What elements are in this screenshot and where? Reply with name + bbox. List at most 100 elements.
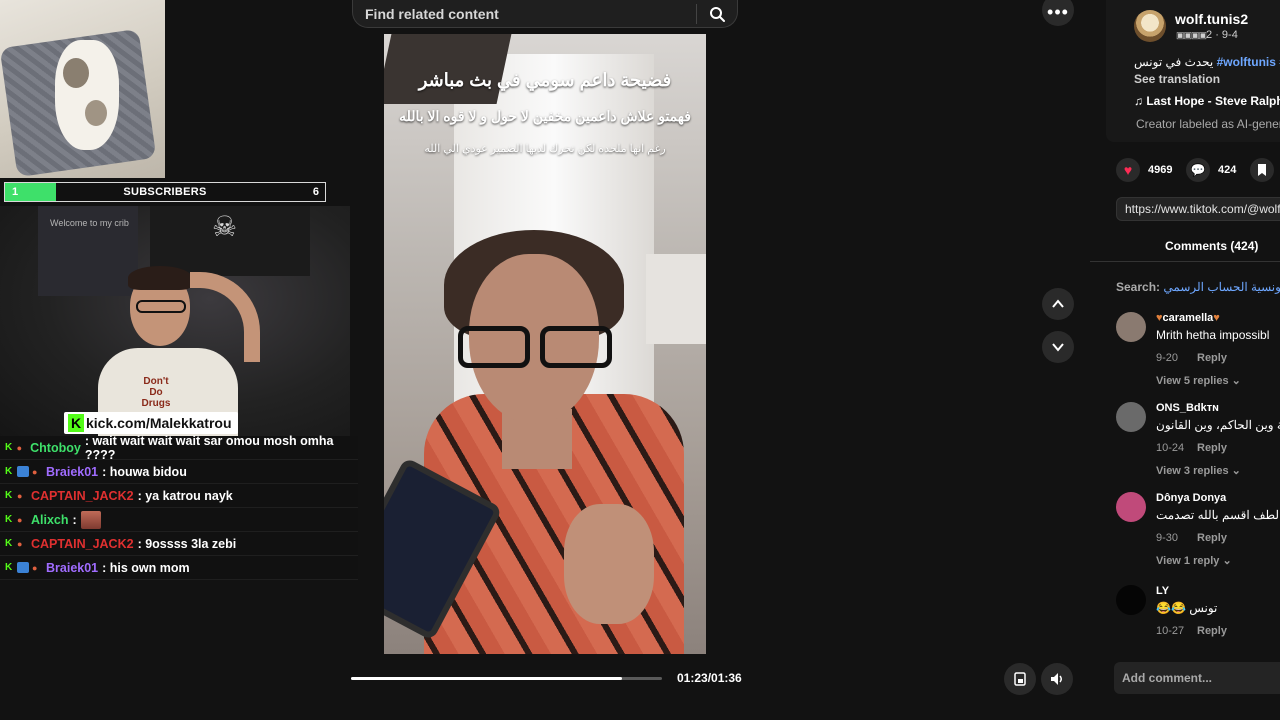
bookmark-button[interactable] (1250, 158, 1274, 182)
more-icon: ••• (1047, 1, 1069, 22)
chat-username[interactable]: Chtoboy (30, 441, 81, 455)
chat-text: : his own mom (102, 560, 190, 575)
commenter-avatar[interactable] (1116, 492, 1146, 522)
picture-in-picture-button[interactable] (1004, 663, 1036, 695)
shelf (646, 254, 706, 344)
commenter-name[interactable]: Dônya Donya (1156, 492, 1226, 504)
comment-date: 10-27 (1156, 625, 1185, 637)
welcome-sign: Welcome to my crib (50, 218, 129, 228)
post-info-card: wolf.tunis2 ▣▣▣▣2 · 9-4 يحدث في تونس #wo… (1106, 0, 1280, 142)
commenter-avatar[interactable] (1116, 402, 1146, 432)
hat-badge-icon: ● (32, 466, 38, 477)
search-label: Search: (1116, 280, 1161, 294)
woman-glasses (454, 326, 614, 368)
hand (564, 504, 654, 624)
chat-text: : 9ossss 3la zebi (137, 536, 237, 551)
search-suggestion-link[interactable]: التونسية الحساب الرسمي (1163, 280, 1280, 294)
skull-icon: ☠ (212, 211, 238, 242)
reply-button[interactable]: Reply (1197, 352, 1227, 364)
post-description: يحدث في تونس #wolftunis #bas (1134, 55, 1280, 69)
comment-bubble-icon: 💬 (1186, 158, 1210, 182)
commenter-name[interactable]: ONS_Bdkᴛɴ (1156, 402, 1219, 414)
comment-text: Mrith hetha impossibl (1156, 328, 1270, 342)
comment-date: 9-20 (1156, 352, 1179, 364)
video-progress-bar[interactable] (351, 677, 662, 680)
next-video-button[interactable] (1042, 331, 1074, 363)
like-button[interactable]: ♥ 4969 (1116, 158, 1172, 182)
search-icon (710, 6, 725, 22)
reply-button[interactable]: Reply (1197, 625, 1227, 637)
previous-video-button[interactable] (1042, 288, 1074, 320)
add-comment-input[interactable]: Add comment... (1114, 662, 1280, 694)
verified-badge-icon (17, 562, 29, 573)
reply-button[interactable]: Reply (1197, 532, 1227, 544)
video-caption-title: فضيحة داعم سومي في بث مباشر (418, 70, 672, 90)
chat-username[interactable]: Braiek01 (46, 465, 98, 479)
more-options-button[interactable]: ••• (1042, 0, 1074, 26)
kick-channel-badge: K kick.com/Malekkatrou (64, 412, 238, 434)
comment-search-suggestion[interactable]: Search: التونسية الحساب الرسمي (1116, 280, 1280, 294)
chat-message: K ● CAPTAIN_JACK2: 9ossss 3la zebi (0, 532, 358, 556)
tab-divider (1090, 261, 1280, 262)
view-replies-button[interactable]: View 1 reply ⌄ (1156, 554, 1232, 567)
related-content-search[interactable]: Find related content (352, 0, 738, 28)
chat-username[interactable]: Alixch (31, 513, 69, 527)
chat-message: K ● Chtoboy: wait wait wait wait sar omou … (0, 434, 358, 462)
search-button[interactable] (697, 0, 737, 27)
creator-username[interactable]: wolf.tunis2 (1175, 11, 1248, 27)
kick-channel-url: kick.com/Malekkatrou (86, 415, 232, 431)
view-replies-button[interactable]: View 3 replies ⌄ (1156, 464, 1241, 477)
see-translation-link[interactable]: See translation (1134, 72, 1220, 86)
heart-icon: ♥ (1213, 312, 1220, 324)
kick-badge-icon: K (5, 466, 13, 477)
subscribers-label: SUBSCRIBERS (123, 186, 207, 198)
comment-text: 😂😂 تونس (1156, 601, 1218, 615)
kick-logo-icon: K (68, 414, 84, 432)
hat-badge-icon: ● (32, 562, 38, 573)
dark-doorway (384, 34, 512, 104)
hair (128, 266, 192, 290)
commenter-avatar[interactable] (1116, 312, 1146, 342)
hat-badge-icon: ● (16, 442, 23, 453)
hashtag-link[interactable]: #wolftunis #bas (1217, 55, 1280, 69)
glasses (136, 300, 186, 313)
shirt-text: Don't Do Drugs (141, 376, 171, 409)
volume-button[interactable] (1041, 663, 1073, 695)
commenter-name[interactable]: ♥caramella♥ (1156, 312, 1220, 324)
video-progress-played (351, 677, 622, 680)
chat-text: : (72, 512, 77, 527)
music-note-icon: ♫ (1134, 94, 1147, 108)
raised-arm (190, 272, 260, 362)
subscribers-goal-bar: 1 SUBSCRIBERS 6 (4, 182, 326, 202)
hat-badge-icon: ● (17, 490, 23, 501)
chat-username[interactable]: CAPTAIN_JACK2 (31, 537, 134, 551)
kick-badge-icon: K (5, 490, 13, 501)
hat-badge-icon: ● (17, 538, 23, 549)
video-player[interactable]: فضيحة داعم سومي في بث مباشر فهمتو علاش د… (384, 34, 706, 654)
chat-username[interactable]: Braiek01 (46, 561, 98, 575)
commenter-name[interactable]: LY (1156, 585, 1169, 597)
search-input[interactable]: Find related content (353, 6, 696, 22)
speaker-icon (1051, 673, 1062, 685)
comment-text: الدولة وين الحاكم، وين القانون (1156, 418, 1280, 432)
verified-badge-icon (17, 466, 29, 477)
commenter-avatar[interactable] (1116, 585, 1146, 615)
tab-comments[interactable]: Comments (424) (1165, 239, 1258, 253)
video-url-field[interactable]: https://www.tiktok.com/@wolf (1116, 197, 1280, 221)
heart-icon: ♥ (1116, 158, 1140, 182)
chevron-down-icon (1052, 343, 1064, 352)
comment-button[interactable]: 💬 424 (1186, 158, 1236, 182)
chat-message: K ● Braiek01: houwa bidou (0, 460, 358, 484)
comment-text: يا ربي لطف اقسم بالله تصدمت (1156, 508, 1280, 522)
music-link[interactable]: ♫ Last Hope - Steve Ralph (1134, 94, 1280, 108)
ai-generated-label: Creator labeled as AI-generated (1136, 117, 1280, 131)
reply-button[interactable]: Reply (1197, 442, 1227, 454)
chat-username[interactable]: CAPTAIN_JACK2 (31, 489, 134, 503)
kick-badge-icon: K (5, 514, 13, 525)
hat-badge-icon: ● (17, 514, 23, 525)
description-text: يحدث في تونس (1134, 55, 1214, 69)
likes-count: 4969 (1148, 164, 1173, 176)
chat-message: K ● Alixch: (0, 508, 358, 532)
view-replies-button[interactable]: View 5 replies ⌄ (1156, 374, 1241, 387)
creator-avatar[interactable] (1134, 10, 1166, 42)
